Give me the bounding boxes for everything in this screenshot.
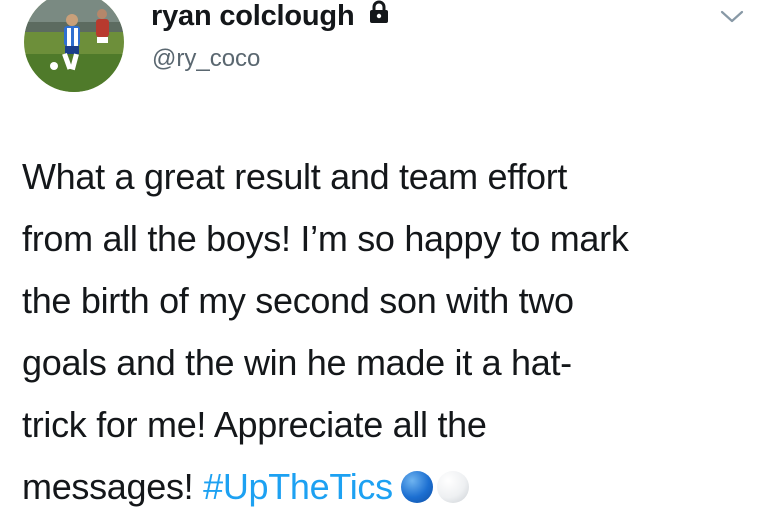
blue-circle-emoji: [400, 471, 433, 503]
avatar[interactable]: [24, 0, 124, 92]
tweet-line: goals and the win he made it a hat-: [22, 342, 572, 383]
tweet-line: What a great result and team effort: [22, 156, 568, 197]
display-name[interactable]: ryan colclough: [151, 0, 390, 33]
tweet-line: the birth of my second son with two: [22, 280, 574, 321]
white-circle-emoji: [436, 471, 469, 503]
player-photo: [24, 0, 124, 92]
chevron-down-icon[interactable]: [718, 8, 746, 31]
lock-icon: [368, 0, 390, 32]
tweet-line-text: messages!: [22, 466, 204, 507]
tweet-text: What a great result and team effort from…: [22, 146, 757, 510]
tweet-line-last: messages! #UpTheTics: [22, 456, 757, 510]
tweet-card: ryan colclough @ry_coco What a great res…: [0, 0, 765, 510]
display-name-text: ryan colclough: [151, 0, 355, 32]
hashtag-link[interactable]: #UpTheTics: [203, 466, 393, 507]
user-handle[interactable]: @ry_coco: [152, 45, 260, 73]
tweet-line: trick for me! Appreciate all the: [22, 404, 487, 445]
tweet-line: from all the boys! I’m so happy to mark: [22, 218, 629, 259]
